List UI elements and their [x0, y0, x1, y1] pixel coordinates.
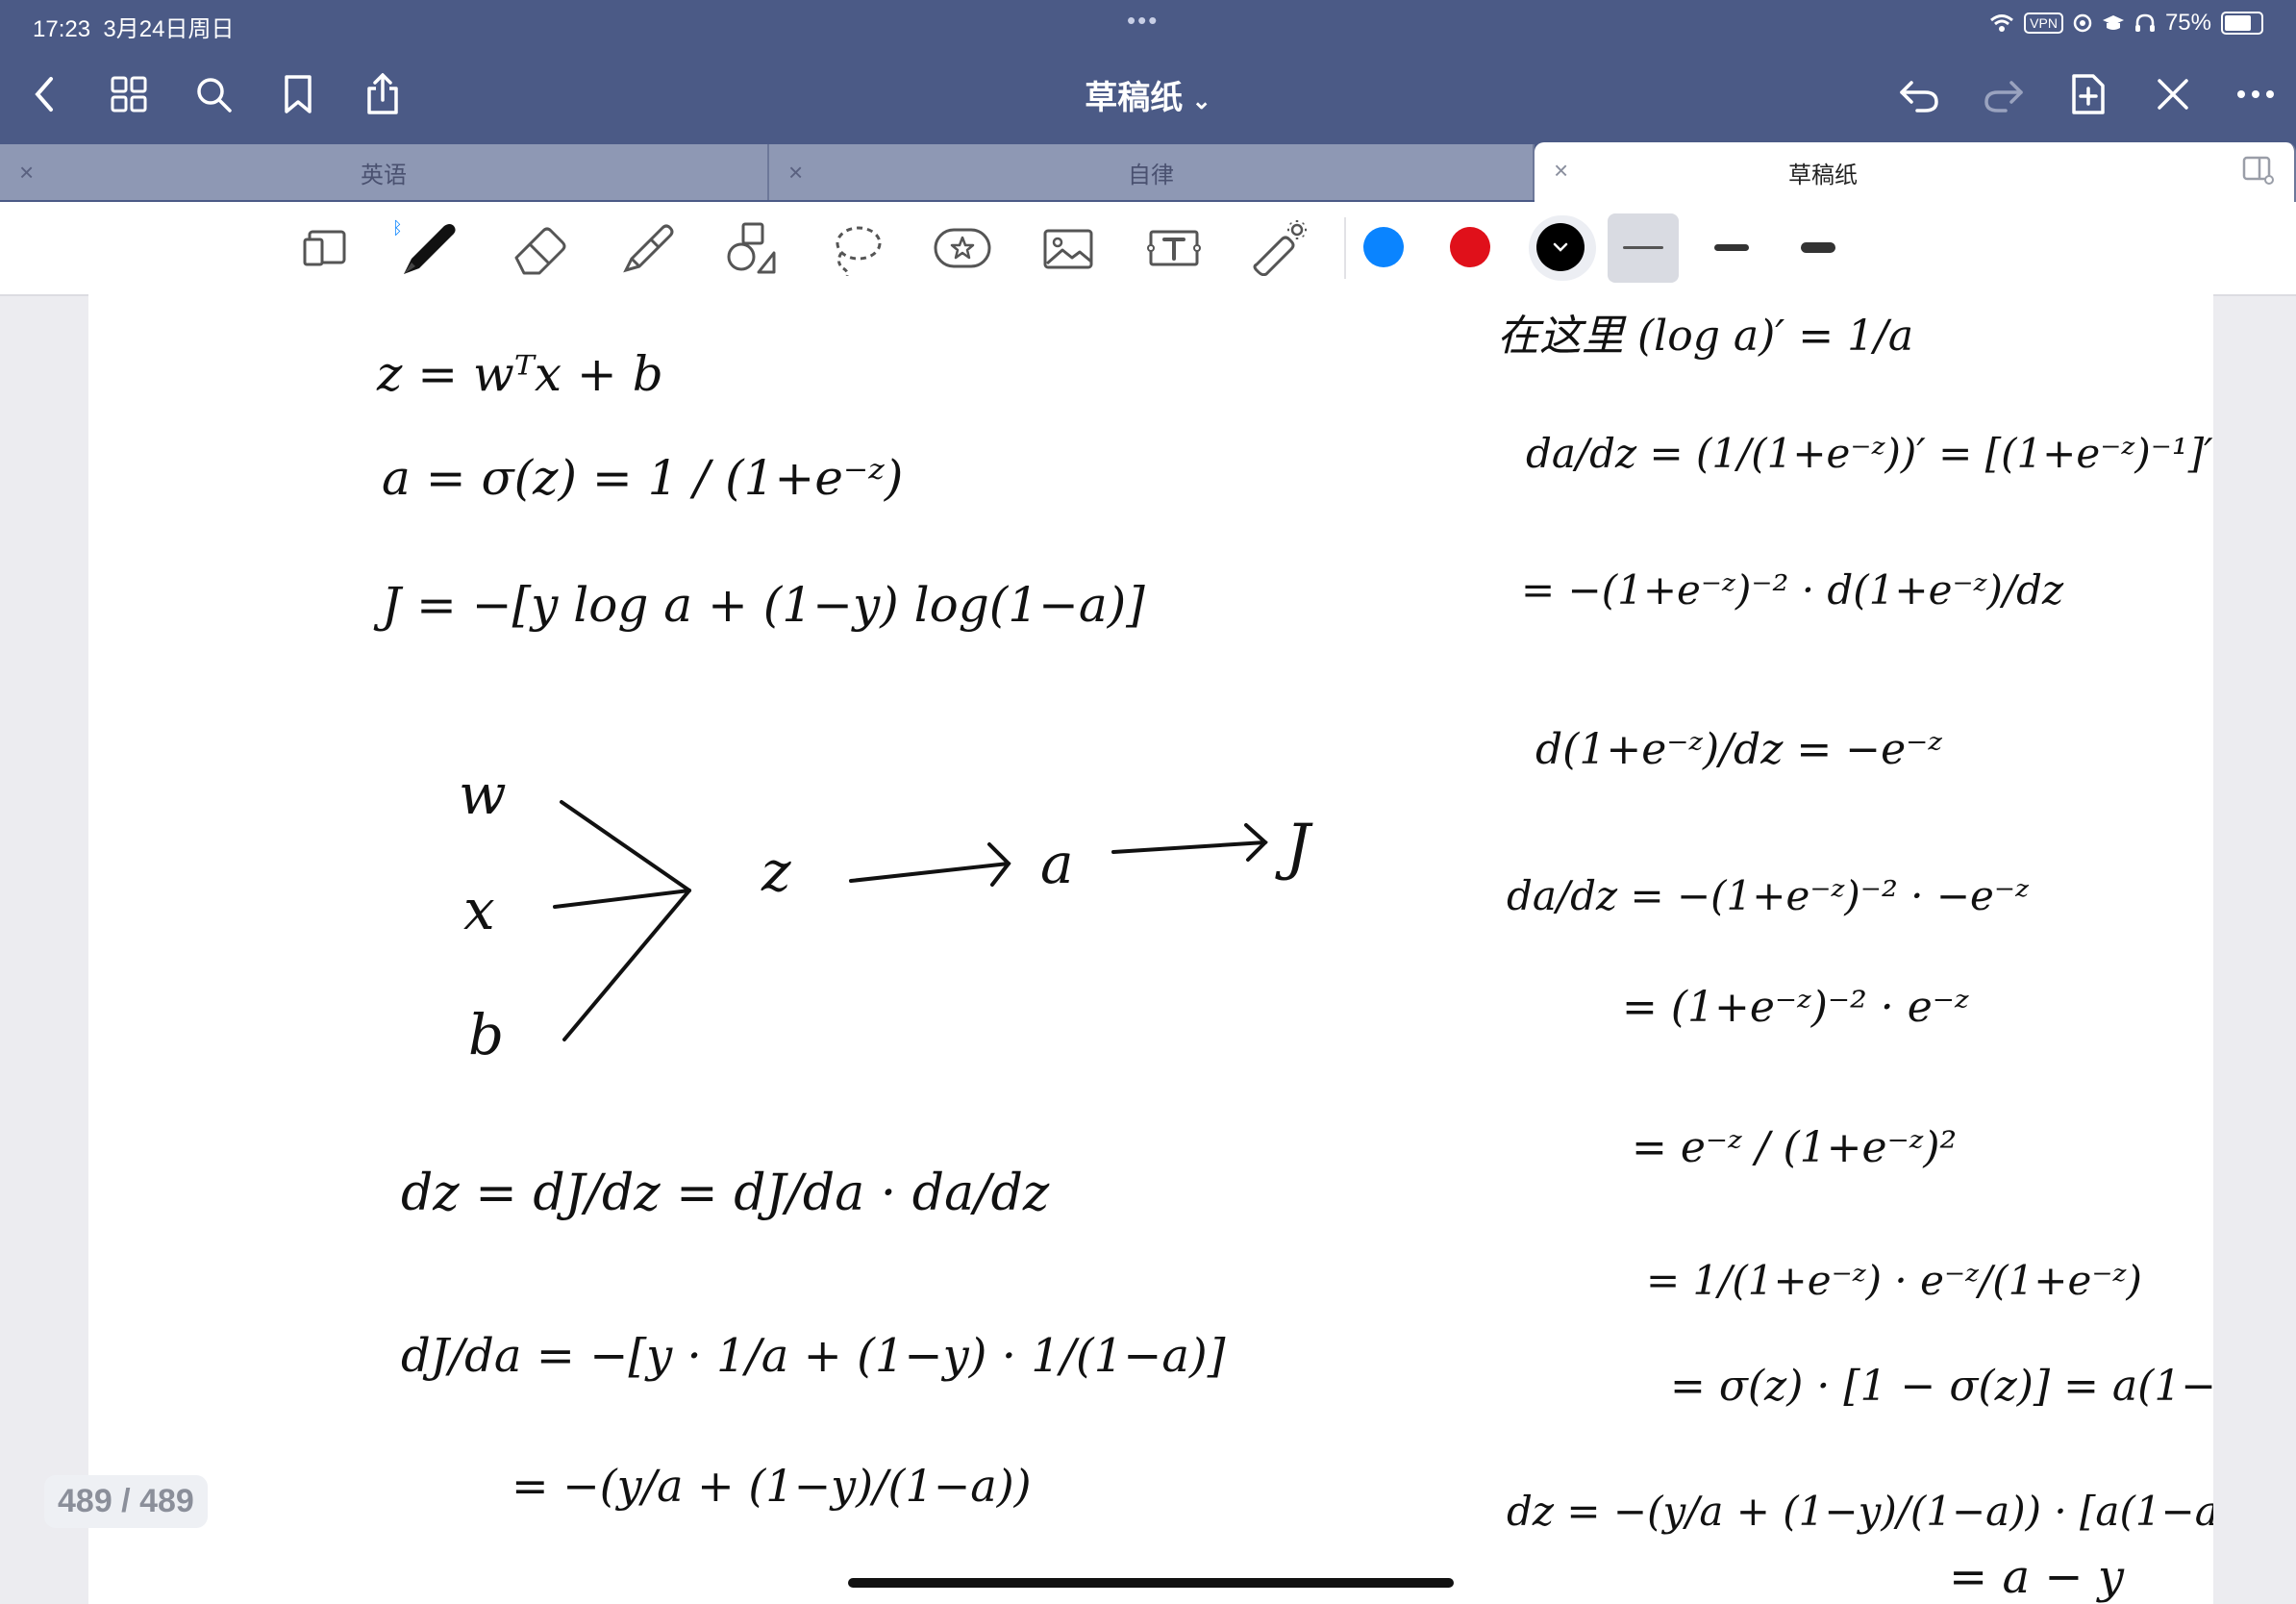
tab-label: 草稿纸 [1788, 162, 1858, 188]
battery-percent: 75% [2164, 10, 2211, 36]
image-tool[interactable] [1035, 217, 1102, 279]
note-right-5: da/dz = −(1+e⁻ᶻ)⁻² · −e⁻ᶻ [1507, 872, 2030, 919]
status-bar: 17:23 3月24日周日 ••• VPN 75% [0, 0, 2296, 46]
drawing-toolbar: ᛒ [0, 202, 2296, 296]
location-icon [2073, 13, 2092, 33]
edge-a-j [1111, 840, 1267, 854]
highlighter-icon [623, 224, 674, 273]
graph-node-x: x [463, 877, 495, 942]
shapes-icon [727, 222, 776, 274]
note-right-8: = 1/(1+e⁻ᶻ) · e⁻ᶻ/(1+e⁻ᶻ) [1646, 1257, 2142, 1304]
wifi-icon [1990, 14, 2014, 32]
status-time: 17:23 3月24日周日 [33, 16, 235, 42]
split-view-icon [2242, 156, 2274, 185]
shapes-tool[interactable] [717, 217, 785, 279]
status-icons: VPN 75% [1989, 10, 2263, 37]
pen-tool[interactable]: ᛒ [392, 217, 460, 279]
eraser-icon [514, 227, 566, 275]
highlighter-tool[interactable] [613, 217, 681, 279]
eraser-tool[interactable] [506, 217, 573, 279]
note-line-3: J = −[y log a + (1−y) log(1−a)] [373, 577, 1145, 633]
laser-pointer-icon [1253, 220, 1307, 276]
image-icon [1043, 229, 1093, 269]
edge-w-z [560, 800, 691, 892]
undo-button[interactable] [1892, 67, 1946, 121]
text-tool[interactable] [1140, 217, 1208, 279]
graph-node-a: a [1040, 831, 1074, 896]
edge-z-a [849, 862, 1011, 883]
note-line-6: = −(y/a + (1−y)/(1−a)) [512, 1460, 1032, 1512]
multitasking-dots[interactable]: ••• [1127, 6, 1159, 36]
note-right-11: = a − y [1949, 1550, 2125, 1604]
note-right-2: da/dz = (1/(1+e⁻ᶻ))′ = [(1+e⁻ᶻ)⁻¹]′ [1526, 430, 2213, 477]
battery-icon [2221, 12, 2263, 35]
edge-x-z [553, 889, 691, 909]
redo-button[interactable] [1977, 67, 2031, 121]
color-red-swatch[interactable] [1450, 227, 1490, 267]
text-icon [1147, 230, 1201, 266]
close-icon[interactable]: × [788, 158, 803, 188]
page-layout-icon [303, 230, 346, 266]
note-right-6: = (1+e⁻ᶻ)⁻² · e⁻ᶻ [1622, 983, 1969, 1032]
toolbar-divider [1344, 217, 1346, 279]
pencil-cross-icon [2158, 79, 2188, 110]
laser-pointer-tool[interactable] [1244, 217, 1311, 279]
note-right-3: = −(1+e⁻ᶻ)⁻² · d(1+e⁻ᶻ)/dz [1521, 566, 2064, 614]
page-layout-tool[interactable] [292, 217, 360, 279]
note-line-1: z = wᵀx + b [376, 346, 663, 402]
more-button[interactable] [2229, 67, 2283, 121]
chevron-down-icon [1553, 242, 1568, 252]
more-icon [2237, 90, 2274, 98]
home-indicator[interactable] [848, 1578, 1454, 1588]
color-blue-swatch[interactable] [1363, 227, 1404, 267]
tab-english[interactable]: × 英语 [0, 144, 769, 200]
note-right-1: 在这里 (log a)′ = 1/a [1497, 312, 1913, 361]
chevron-down-icon: ⌄ [1191, 88, 1211, 114]
note-page[interactable]: z = wᵀx + b a = σ(z) = 1 / (1+e⁻ᶻ) J = −… [88, 294, 2213, 1604]
note-line-4: dz = dJ/dz = dJ/da · da/dz [401, 1165, 1050, 1222]
close-icon[interactable]: × [19, 158, 34, 188]
svg-text:ᛒ: ᛒ [392, 218, 403, 238]
tab-label: 英语 [361, 162, 407, 188]
graph-node-z: z [761, 839, 791, 904]
split-view-button[interactable] [2242, 156, 2275, 191]
computation-graph [553, 800, 1268, 1041]
stroke-width-medium[interactable] [1714, 244, 1749, 251]
edge-b-z [562, 889, 691, 1041]
handwriting-canvas[interactable]: z = wᵀx + b a = σ(z) = 1 / (1+e⁻ᶻ) J = −… [88, 294, 2213, 1604]
undo-icon [1900, 81, 1938, 113]
navigation-bar: 草稿纸 ⌄ [0, 46, 2296, 142]
stroke-width-thick[interactable] [1801, 242, 1835, 253]
headphones-icon [2134, 13, 2155, 32]
note-right-4: d(1+e⁻ᶻ)/dz = −e⁻ᶻ [1535, 725, 1942, 774]
page-indicator[interactable]: 489 / 489 [44, 1475, 208, 1528]
graph-node-b: b [468, 1002, 504, 1067]
tab-scratch-paper[interactable]: × 草稿纸 [1535, 142, 2296, 202]
note-line-5: dJ/da = −[y · 1/a + (1−y) · 1/(1−a)] [401, 1329, 1226, 1383]
note-right-7: = e⁻ᶻ / (1+e⁻ᶻ)² [1632, 1123, 1957, 1172]
redo-icon [1984, 81, 2023, 113]
lasso-tool[interactable] [823, 217, 890, 279]
color-black-swatch[interactable] [1536, 223, 1585, 271]
vpn-badge: VPN [2024, 13, 2063, 34]
pen-icon: ᛒ [392, 218, 456, 274]
graph-node-w: w [459, 762, 507, 827]
lasso-icon [836, 226, 882, 276]
graph-node-j: J [1275, 812, 1313, 883]
note-line-2: a = σ(z) = 1 / (1+e⁻ᶻ) [382, 450, 903, 506]
stroke-width-thin[interactable] [1608, 213, 1679, 283]
note-right-9: = σ(z) · [1 − σ(z)] = a(1−a) [1670, 1362, 2213, 1411]
sticker-tool[interactable] [929, 217, 996, 279]
sticker-icon [934, 228, 991, 268]
notebook-title[interactable]: 草稿纸 ⌄ [0, 71, 2296, 118]
tab-bar: × 英语 × 自律 × 草稿纸 [0, 142, 2296, 202]
add-page-button[interactable] [2061, 67, 2115, 121]
note-right-10: dz = −(y/a + (1−y)/(1−a)) · [a(1−a)] [1507, 1488, 2213, 1535]
close-editing-button[interactable] [2146, 67, 2200, 121]
graduation-cap-icon [2102, 15, 2124, 30]
add-page-icon [2072, 74, 2105, 114]
tab-self-discipline[interactable]: × 自律 [769, 144, 1535, 200]
close-icon[interactable]: × [1554, 156, 1568, 186]
tab-label: 自律 [1128, 162, 1174, 188]
